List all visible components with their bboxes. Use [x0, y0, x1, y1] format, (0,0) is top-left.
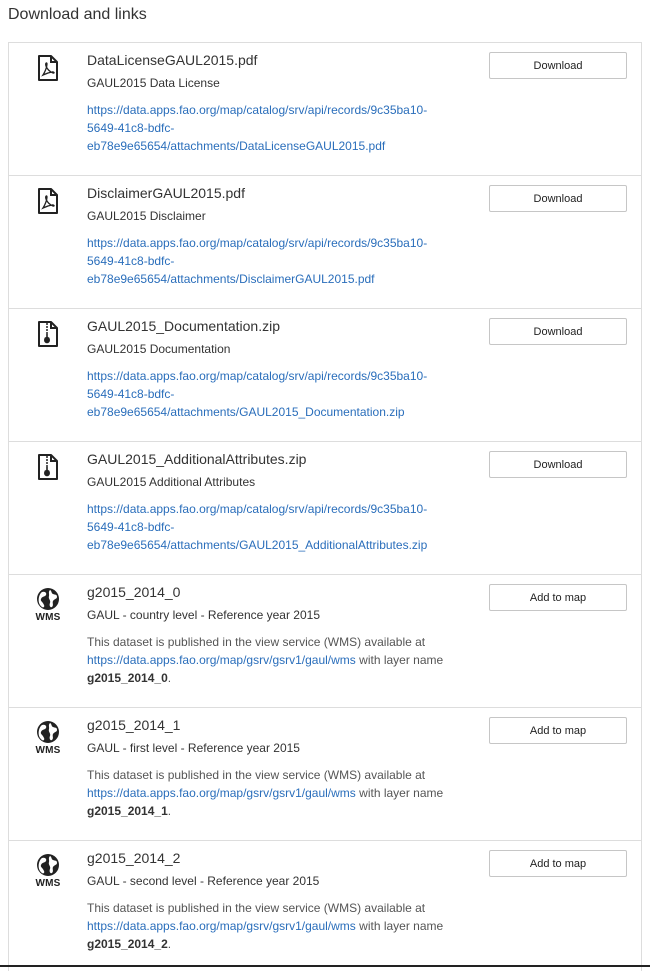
url-line: https://data.apps.fao.org/map/catalog/sr… [87, 502, 428, 516]
url-line: https://data.apps.fao.org/map/catalog/sr… [87, 236, 428, 250]
globe-icon: WMS [35, 587, 61, 623]
wms-info-middle: with layer name [359, 653, 444, 667]
wms-label: WMS [35, 612, 61, 623]
zip-icon [35, 321, 61, 347]
item-name: g2015_2014_1 [87, 717, 181, 733]
wms-info: This dataset is published in the view se… [87, 766, 477, 820]
item-description: GAUL2015 Disclaimer [87, 209, 206, 223]
wms-info-suffix: . [167, 671, 172, 685]
zip-icon [35, 454, 61, 480]
globe-icon: WMS [35, 720, 61, 756]
wms-service-link[interactable]: https://data.apps.fao.org/map/gsrv/gsrv1… [87, 919, 356, 933]
globe-icon: WMS [35, 853, 61, 889]
attachment-link[interactable]: https://data.apps.fao.org/map/catalog/sr… [87, 367, 477, 421]
item-name: GAUL2015_Documentation.zip [87, 318, 281, 334]
item-description: GAUL - second level - Reference year 201… [87, 874, 320, 888]
wms-service-link[interactable]: https://data.apps.fao.org/map/gsrv/gsrv1… [87, 786, 356, 800]
url-line: eb78e9e65654/attachments/GAUL2015_Additi… [87, 538, 428, 552]
item-description: GAUL2015 Documentation [87, 342, 231, 356]
wms-info-middle: with layer name [359, 786, 444, 800]
item-name: GAUL2015_AdditionalAttributes.zip [87, 451, 307, 467]
wms-label: WMS [35, 878, 61, 889]
url-line: 5649-41c8-bdfc- [87, 254, 175, 268]
item-content: GAUL2015_Documentation.zip GAUL2015 Docu… [87, 318, 477, 421]
add-to-map-button[interactable]: Add to map [489, 850, 627, 877]
url-line: 5649-41c8-bdfc- [87, 387, 175, 401]
url-line: 5649-41c8-bdfc- [87, 520, 175, 534]
list-item: GAUL2015_AdditionalAttributes.zip GAUL20… [9, 442, 641, 575]
item-content: DataLicenseGAUL2015.pdf GAUL2015 Data Li… [87, 52, 477, 155]
layer-name: g2015_2014_0 [87, 671, 168, 685]
wms-info: This dataset is published in the view se… [87, 899, 477, 953]
wms-info-prefix: This dataset is published in the view se… [87, 768, 426, 782]
wms-info-prefix: This dataset is published in the view se… [87, 901, 426, 915]
list-item: WMS g2015_2014_2 GAUL - second level - R… [9, 841, 641, 971]
wms-info-suffix: . [167, 804, 172, 818]
url-line: eb78e9e65654/attachments/DataLicenseGAUL… [87, 139, 386, 153]
section-title: Download and links [8, 6, 147, 23]
list-item: WMS g2015_2014_1 GAUL - first level - Re… [9, 708, 641, 841]
url-line: eb78e9e65654/attachments/DisclaimerGAUL2… [87, 272, 375, 286]
url-line: eb78e9e65654/attachments/GAUL2015_Docume… [87, 405, 405, 419]
item-name: g2015_2014_0 [87, 584, 181, 600]
item-content: g2015_2014_2 GAUL - second level - Refer… [87, 850, 477, 953]
item-description: GAUL2015 Data License [87, 76, 220, 90]
item-description: GAUL - country level - Reference year 20… [87, 608, 320, 622]
list-item: WMS g2015_2014_0 GAUL - country level - … [9, 575, 641, 708]
wms-label: WMS [35, 745, 61, 756]
add-to-map-button[interactable]: Add to map [489, 717, 627, 744]
item-description: GAUL2015 Additional Attributes [87, 475, 256, 489]
item-name: g2015_2014_2 [87, 850, 181, 866]
item-name: DisclaimerGAUL2015.pdf [87, 185, 245, 201]
item-description: GAUL - first level - Reference year 2015 [87, 741, 300, 755]
attachment-link[interactable]: https://data.apps.fao.org/map/catalog/sr… [87, 500, 477, 554]
item-content: GAUL2015_AdditionalAttributes.zip GAUL20… [87, 451, 477, 554]
url-line: https://data.apps.fao.org/map/catalog/sr… [87, 369, 428, 383]
item-content: DisclaimerGAUL2015.pdf GAUL2015 Disclaim… [87, 185, 477, 288]
layer-name: g2015_2014_1 [87, 804, 168, 818]
list-item: DataLicenseGAUL2015.pdf GAUL2015 Data Li… [9, 43, 641, 176]
wms-info: This dataset is published in the view se… [87, 633, 477, 687]
wms-info-suffix: . [167, 937, 172, 951]
attachment-link[interactable]: https://data.apps.fao.org/map/catalog/sr… [87, 234, 477, 288]
url-line: https://data.apps.fao.org/map/catalog/sr… [87, 103, 428, 117]
add-to-map-button[interactable]: Add to map [489, 584, 627, 611]
wms-service-link[interactable]: https://data.apps.fao.org/map/gsrv/gsrv1… [87, 653, 356, 667]
item-content: g2015_2014_0 GAUL - country level - Refe… [87, 584, 477, 687]
item-name: DataLicenseGAUL2015.pdf [87, 52, 258, 68]
download-button[interactable]: Download [489, 52, 627, 79]
download-button[interactable]: Download [489, 318, 627, 345]
pdf-icon [35, 55, 61, 81]
layer-name: g2015_2014_2 [87, 937, 168, 951]
list-item: DisclaimerGAUL2015.pdf GAUL2015 Disclaim… [9, 176, 641, 309]
download-links-list: DataLicenseGAUL2015.pdf GAUL2015 Data Li… [8, 42, 642, 971]
wms-info-prefix: This dataset is published in the view se… [87, 635, 426, 649]
attachment-link[interactable]: https://data.apps.fao.org/map/catalog/sr… [87, 101, 477, 155]
download-button[interactable]: Download [489, 451, 627, 478]
download-button[interactable]: Download [489, 185, 627, 212]
pdf-icon [35, 188, 61, 214]
list-item: GAUL2015_Documentation.zip GAUL2015 Docu… [9, 309, 641, 442]
item-content: g2015_2014_1 GAUL - first level - Refere… [87, 717, 477, 820]
url-line: 5649-41c8-bdfc- [87, 121, 175, 135]
wms-info-middle: with layer name [359, 919, 444, 933]
